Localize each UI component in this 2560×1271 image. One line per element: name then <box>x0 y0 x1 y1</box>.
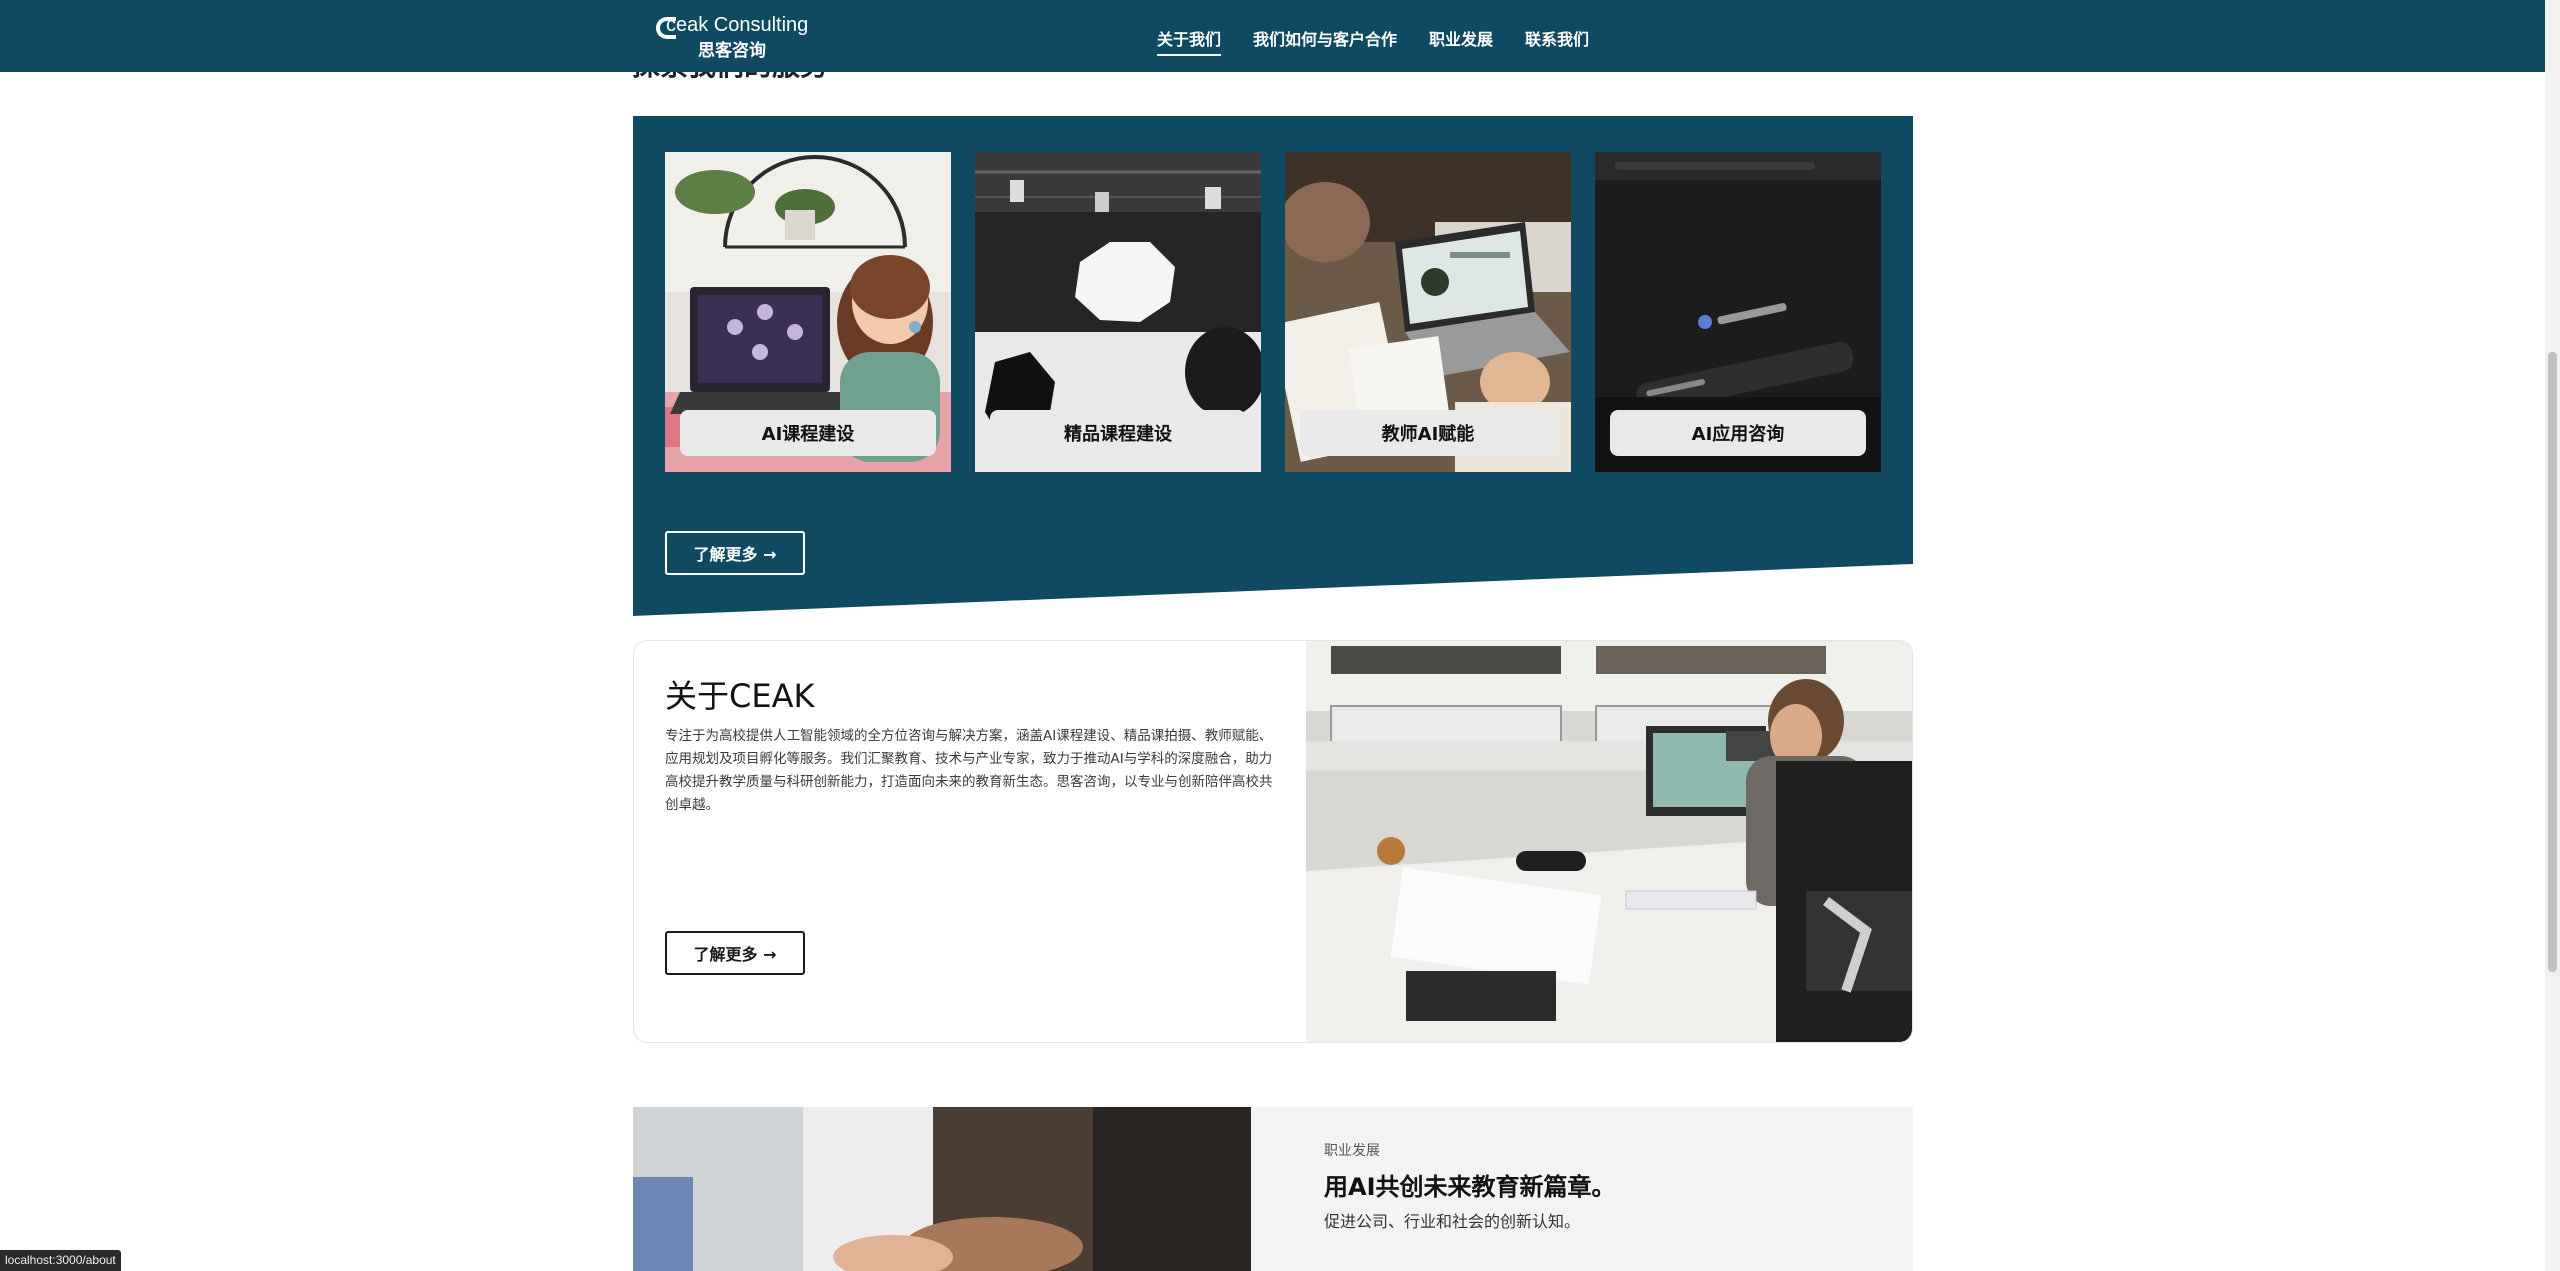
office-desk-photo <box>1306 641 1912 1042</box>
page-scrollbar[interactable] <box>2545 0 2560 1271</box>
logo-english-text: ceak Consulting <box>666 14 809 36</box>
about-description: 专注于为高校提供人工智能领域的全方位咨询与解决方案，涵盖AI课程建设、精品课拍摄… <box>665 728 1273 813</box>
service-card-teacher-ai[interactable]: 教师AI赋能 <box>1285 152 1571 472</box>
card-label: 教师AI赋能 <box>1300 410 1556 456</box>
service-card-ai-course[interactable]: AI课程建设 <box>665 152 951 472</box>
main-nav: 关于我们 我们如何与客户合作 职业发展 联系我们 <box>1157 26 1589 56</box>
career-subtitle: 促进公司、行业和社会的创新认知。 <box>1324 1212 1581 1231</box>
card-label: AI应用咨询 <box>1610 410 1866 456</box>
service-card-ai-consulting[interactable]: AI应用咨询 <box>1595 152 1881 472</box>
nav-how-we-work[interactable]: 我们如何与客户合作 <box>1253 26 1397 56</box>
about-ceak-card: 关于CEAK 专注于为高校提供人工智能领域的全方位咨询与解决方案，涵盖AI课程建… <box>633 640 1913 1043</box>
career-title: 用AI共创未来教育新篇章。 <box>1324 1173 1616 1201</box>
about-title: 关于CEAK <box>665 677 815 715</box>
logo-chinese-text: 思客咨询 <box>698 41 766 61</box>
nav-about[interactable]: 关于我们 <box>1157 26 1222 56</box>
career-panel: 职业发展 用AI共创未来教育新篇章。 促进公司、行业和社会的创新认知。 <box>1251 1107 1913 1271</box>
nav-careers[interactable]: 职业发展 <box>1429 26 1493 56</box>
services-section: AI课程建设 精品课程建设 教师AI赋能 AI应用咨询 了解更多 → <box>633 116 1913 616</box>
about-learn-more-button[interactable]: 了解更多 → <box>665 931 805 975</box>
browser-status-url: localhost:3000/about <box>0 1250 121 1271</box>
nav-contact[interactable]: 联系我们 <box>1525 26 1589 56</box>
card-label: 精品课程建设 <box>990 410 1246 456</box>
scrollbar-thumb[interactable] <box>2548 352 2557 972</box>
career-photo <box>633 1107 1251 1271</box>
service-card-premium-course[interactable]: 精品课程建设 <box>975 152 1261 472</box>
team-hands-photo <box>633 1107 1251 1271</box>
top-navigation-bar: ceak Consulting 思客咨询 关于我们 我们如何与客户合作 职业发展… <box>0 0 2545 72</box>
card-label: AI课程建设 <box>680 410 936 456</box>
services-learn-more-button[interactable]: 了解更多 → <box>665 531 805 575</box>
career-kicker: 职业发展 <box>1324 1143 1380 1159</box>
